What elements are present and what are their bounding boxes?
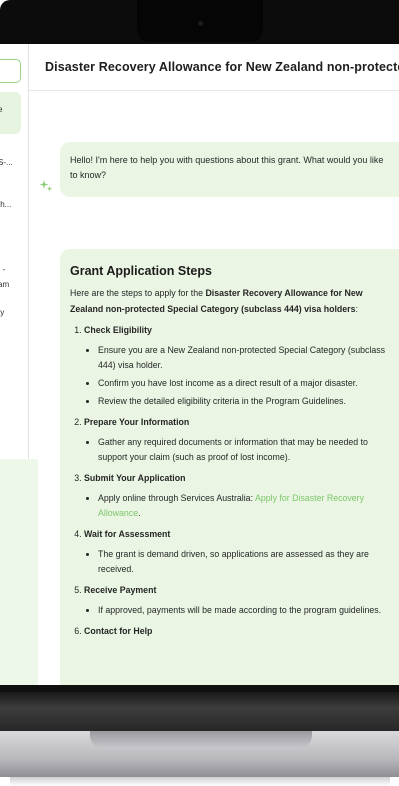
sparkle-icon (39, 180, 53, 192)
list-item: Submit Your Application Apply online thr… (84, 471, 394, 521)
app-screen: e S-... . th... I - am ty Disaster Recov… (0, 44, 399, 692)
steps-list: Check Eligibility Ensure you are a New Z… (70, 323, 394, 639)
step-title: Wait for Assessment (84, 529, 171, 539)
page-title: Disaster Recovery Allowance for New Zeal… (45, 60, 399, 74)
sidebar-footer-panel (0, 459, 38, 692)
bot-message: Grant Application Steps Here are the ste… (60, 249, 399, 692)
list-item: Review the detailed eligibility criteria… (98, 394, 394, 409)
list-item: Ensure you are a New Zealand non-protect… (98, 343, 394, 373)
camera-icon (198, 21, 203, 26)
greeting-text: Hello! I'm here to help you with questio… (70, 155, 384, 180)
sidebar: e S-... . th... I - am ty (0, 44, 29, 464)
step-title: Contact for Help (84, 626, 153, 636)
screen-bottom-edge (0, 685, 399, 692)
list-item: Confirm you have lost income as a direct… (98, 376, 394, 391)
laptop-bezel: e S-... . th... I - am ty Disaster Recov… (0, 0, 399, 700)
bullet-text: Apply online through Services Australia: (98, 493, 255, 503)
list-item: Receive Payment If approved, payments wi… (84, 583, 394, 618)
list-item: Wait for Assessment The grant is demand … (84, 527, 394, 577)
list-item: Check Eligibility Ensure you are a New Z… (84, 323, 394, 409)
step-title: Receive Payment (84, 585, 157, 595)
answer-intro: Here are the steps to apply for the Disa… (70, 286, 394, 317)
page-header: Disaster Recovery Allowance for New Zeal… (29, 44, 399, 91)
sidebar-item-label[interactable]: am (0, 279, 9, 290)
sidebar-item-label[interactable]: I - (0, 264, 5, 275)
step-title: Check Eligibility (84, 325, 152, 335)
answer-content: Grant Application Steps Here are the ste… (70, 264, 394, 645)
step-title: Submit Your Application (84, 473, 186, 483)
laptop-hinge (0, 692, 399, 732)
list-item: Prepare Your Information Gather any requ… (84, 415, 394, 465)
bot-message: Hello! I'm here to help you with questio… (60, 142, 399, 197)
sidebar-item-label[interactable]: th... (0, 199, 11, 210)
list-item: Gather any required documents or informa… (98, 435, 394, 465)
laptop-base-lip (90, 731, 312, 749)
list-item: The grant is demand driven, so applicati… (98, 547, 394, 577)
sidebar-item-label[interactable]: ty (0, 307, 4, 318)
sidebar-item-active[interactable] (0, 92, 21, 134)
intro-text: Here are the steps to apply for the (70, 288, 206, 298)
step-title: Prepare Your Information (84, 417, 190, 427)
list-item: Apply online through Services Australia:… (98, 491, 394, 521)
laptop-shadow (10, 777, 390, 786)
intro-suffix: : (355, 303, 358, 314)
answer-heading: Grant Application Steps (70, 264, 212, 278)
list-item: If approved, payments will be made accor… (98, 603, 394, 618)
bullet-suffix: . (138, 508, 141, 518)
sidebar-search-input[interactable] (0, 59, 21, 83)
sidebar-item-label[interactable]: S-... (0, 157, 13, 168)
list-item: Contact for Help (84, 624, 394, 639)
sidebar-item-label[interactable]: e (0, 104, 2, 115)
